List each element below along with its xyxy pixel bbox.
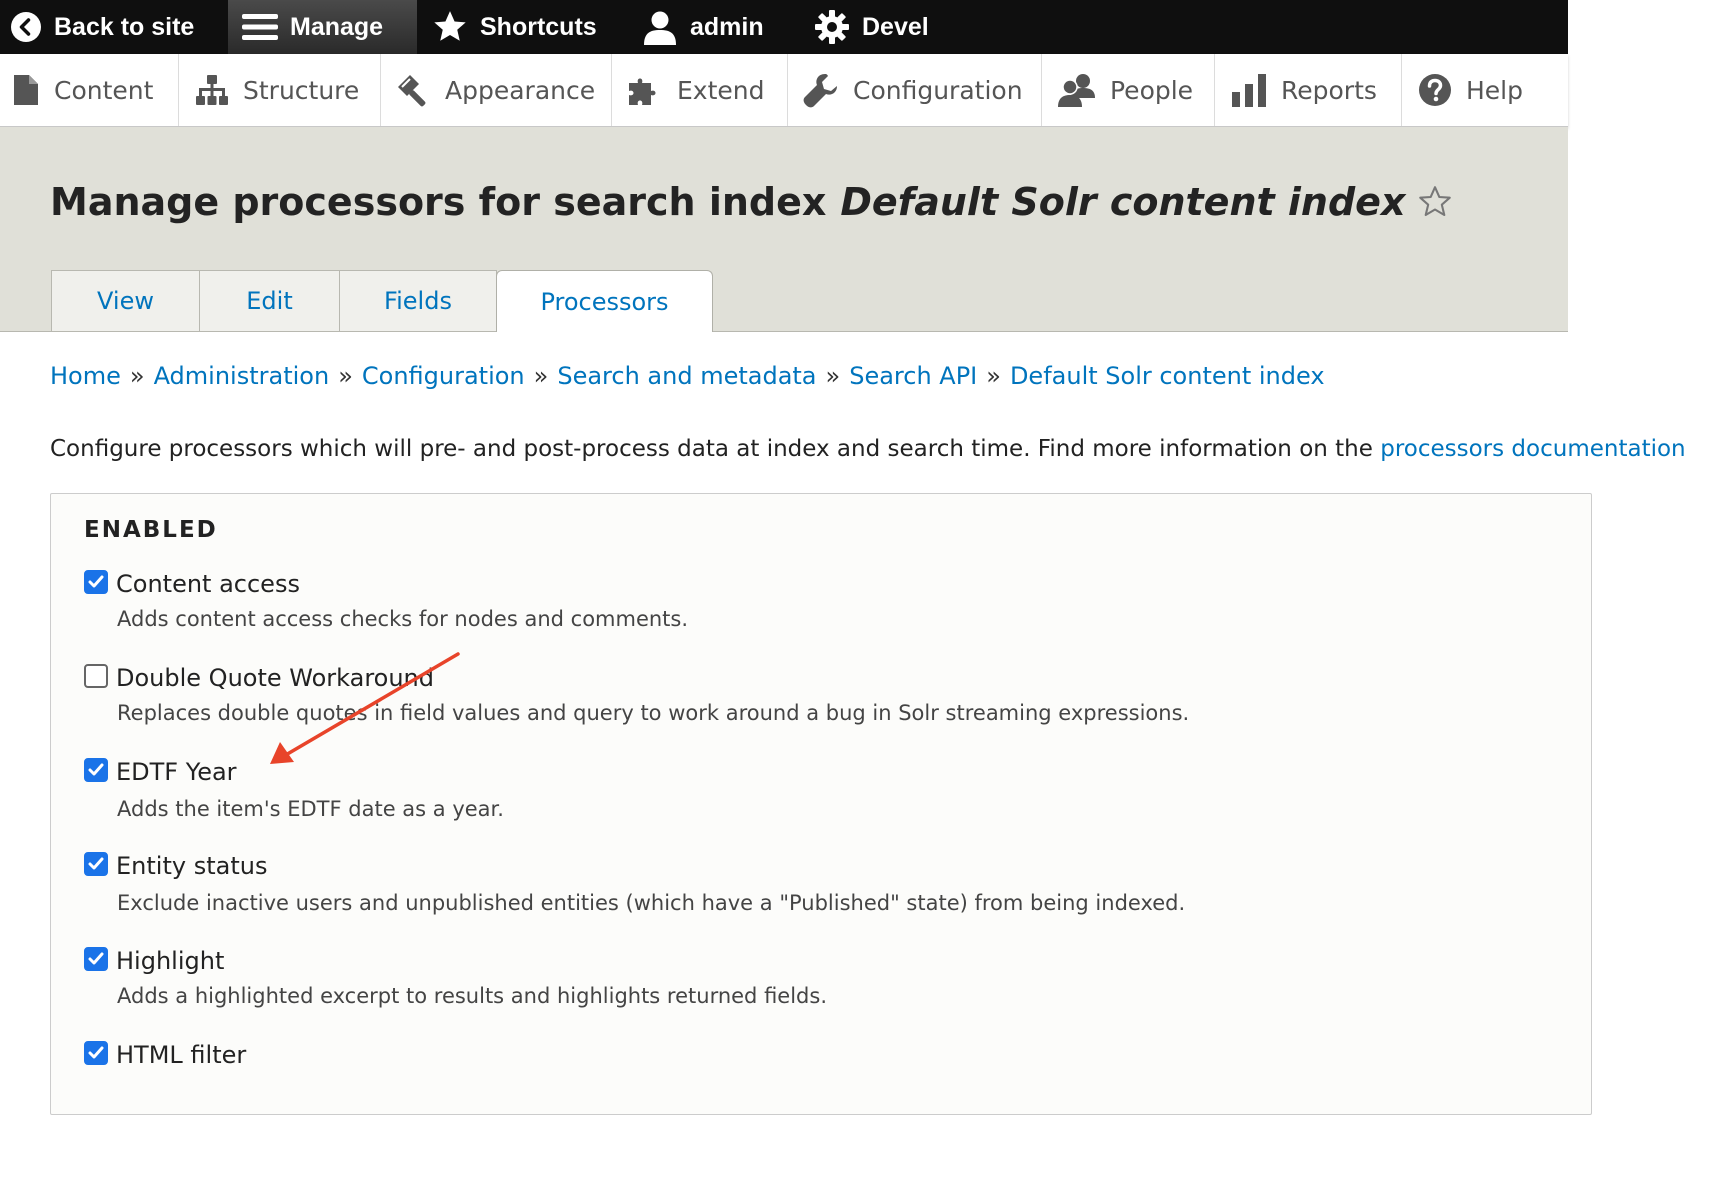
content-access-checkbox[interactable] — [84, 570, 108, 594]
admin-menu-tray: Content Structure Appearance Extend Conf… — [0, 54, 1568, 127]
shortcuts-tab[interactable]: Shortcuts — [432, 0, 597, 54]
breadcrumb-link-default-solr-content-index[interactable]: Default Solr content index — [1010, 362, 1325, 390]
processor-html-filter: HTML filter — [84, 1040, 246, 1070]
breadcrumb-link-home[interactable]: Home — [50, 362, 121, 390]
html-filter-checkbox[interactable] — [84, 1041, 108, 1065]
checkmark-icon — [88, 763, 104, 776]
shortcuts-label: Shortcuts — [480, 12, 597, 41]
manage-label: Manage — [290, 12, 384, 41]
processor-label[interactable]: EDTF Year — [116, 758, 237, 786]
tab-label: View — [97, 287, 154, 315]
tray-item-label: Structure — [243, 75, 360, 105]
processor-label[interactable]: Entity status — [116, 852, 267, 880]
wrench-icon — [803, 72, 839, 108]
tab-label: Fields — [384, 287, 452, 315]
processor-label[interactable]: HTML filter — [116, 1041, 246, 1069]
tab-view[interactable]: View — [51, 270, 200, 331]
devel-tab[interactable]: Devel — [814, 0, 929, 54]
star-icon — [432, 10, 468, 44]
tray-item-configuration[interactable]: Configuration — [788, 54, 1042, 126]
tab-label: Processors — [540, 287, 669, 316]
breadcrumb: Home » Administration » Configuration » Search… — [50, 362, 1325, 390]
checkmark-icon — [88, 1046, 104, 1059]
tray-item-people[interactable]: People — [1042, 54, 1215, 126]
double-quote-workaround-checkbox[interactable] — [84, 664, 108, 688]
processor-highlight: Highlight Adds a highlighted excerpt to … — [84, 946, 827, 1008]
checkmark-icon — [88, 952, 104, 965]
back-to-site-link[interactable]: Back to site — [10, 0, 194, 54]
tray-item-label: Content — [54, 75, 154, 105]
sitemap-icon — [195, 74, 229, 106]
breadcrumb-link-configuration[interactable]: Configuration — [362, 362, 525, 390]
processor-description: Adds content access checks for nodes and… — [117, 607, 689, 631]
breadcrumb-link-search-and-metadata[interactable]: Search and metadata — [557, 362, 816, 390]
processor-label[interactable]: Content access — [116, 570, 300, 598]
tray-item-structure[interactable]: Structure — [179, 54, 381, 126]
processor-label[interactable]: Highlight — [116, 947, 224, 975]
processor-entity-status: Entity status Exclude inactive users and… — [84, 851, 1185, 915]
processor-description: Exclude inactive users and unpublished e… — [117, 891, 1186, 915]
page-title: Manage processors for search index Defau… — [50, 180, 1453, 224]
user-tab[interactable]: admin — [642, 0, 764, 54]
file-icon — [12, 74, 40, 106]
paintbrush-icon — [395, 72, 431, 108]
edtf-year-checkbox[interactable] — [84, 758, 108, 782]
page-description: Configure processors which will pre- and… — [50, 436, 1686, 462]
checkmark-icon — [88, 857, 104, 870]
tab-edit[interactable]: Edit — [199, 270, 340, 331]
enabled-legend: ENABLED — [84, 517, 218, 543]
tray-item-label: Reports — [1281, 75, 1377, 105]
breadcrumb-separator: » — [129, 362, 145, 390]
processor-description: Adds a highlighted excerpt to results an… — [117, 984, 827, 1008]
breadcrumb-link-search-api[interactable]: Search API — [849, 362, 977, 390]
breadcrumb-separator: » — [825, 362, 841, 390]
add-shortcut-star-icon[interactable] — [1417, 185, 1453, 219]
manage-tab[interactable]: Manage — [228, 0, 417, 54]
highlight-checkbox[interactable] — [84, 947, 108, 971]
processor-content-access: Content access Adds content access check… — [84, 569, 688, 631]
annotation-arrow-icon — [270, 652, 460, 764]
hamburger-icon — [242, 12, 278, 42]
tray-item-label: Extend — [677, 75, 765, 105]
tray-item-label: People — [1110, 75, 1194, 105]
processors-documentation-link[interactable]: processors documentation — [1380, 436, 1685, 462]
breadcrumb-separator: » — [533, 362, 549, 390]
tray-item-label: Appearance — [445, 75, 596, 105]
tab-processors[interactable]: Processors — [496, 270, 713, 332]
chevron-left-circle-icon — [10, 11, 42, 43]
page-description-text: Configure processors which will pre- and… — [50, 436, 1381, 462]
breadcrumb-link-administration[interactable]: Administration — [154, 362, 330, 390]
tray-item-extend[interactable]: Extend — [612, 54, 788, 126]
puzzle-icon — [627, 73, 663, 107]
devel-label: Devel — [862, 12, 929, 41]
tray-item-reports[interactable]: Reports — [1215, 54, 1402, 126]
user-icon — [642, 9, 678, 45]
user-label: admin — [690, 12, 764, 41]
gear-icon — [814, 9, 850, 45]
people-icon — [1058, 72, 1096, 108]
breadcrumb-separator: » — [986, 362, 1001, 390]
bar-chart-icon — [1231, 73, 1267, 107]
back-to-site-label: Back to site — [54, 12, 195, 41]
admin-toolbar: Back to site Manage Shortcuts admin Deve… — [0, 0, 1568, 54]
help-icon — [1418, 73, 1452, 107]
tray-item-label: Help — [1466, 75, 1523, 105]
breadcrumb-separator: » — [338, 362, 353, 390]
tray-item-help[interactable]: Help — [1402, 54, 1568, 126]
processor-description: Adds the item's EDTF date as a year. — [117, 797, 504, 821]
processor-double-quote-workaround: Double Quote Workaround Replaces double … — [84, 663, 1189, 725]
entity-status-checkbox[interactable] — [84, 852, 108, 876]
tray-item-label: Configuration — [853, 75, 1023, 105]
page-title-index-name: Default Solr content index — [840, 180, 1406, 224]
checkmark-icon — [88, 575, 104, 588]
tab-fields[interactable]: Fields — [339, 270, 497, 331]
tray-item-appearance[interactable]: Appearance — [381, 54, 612, 126]
tray-item-content[interactable]: Content — [0, 54, 179, 126]
page-title-text: Manage processors for search index — [50, 180, 827, 224]
tab-label: Edit — [246, 287, 293, 315]
